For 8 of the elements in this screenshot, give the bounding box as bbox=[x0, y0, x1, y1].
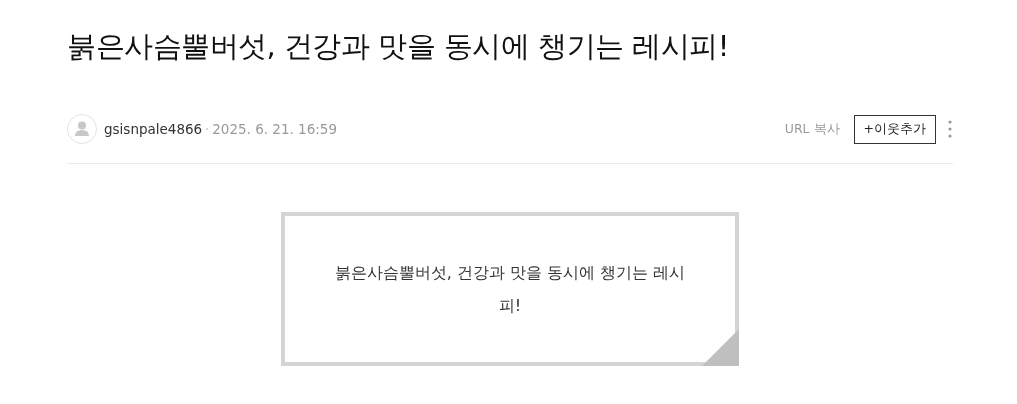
add-neighbor-button[interactable]: +이웃추가 bbox=[853, 114, 936, 144]
author-name[interactable]: gsisnpale4866 bbox=[104, 121, 203, 137]
post-date: 2025. 6. 21. 16:59 bbox=[212, 121, 337, 137]
post-title: 붉은사슴뿔버섯, 건강과 맛을 동시에 챙기는 레시피! bbox=[67, 28, 730, 65]
folded-corner-icon bbox=[702, 329, 739, 366]
more-options-icon[interactable] bbox=[948, 120, 952, 138]
avatar-icon bbox=[67, 114, 97, 144]
quote-text: 붉은사슴뿔버섯, 건강과 맛을 동시에 챙기는 레시피! bbox=[333, 262, 687, 317]
